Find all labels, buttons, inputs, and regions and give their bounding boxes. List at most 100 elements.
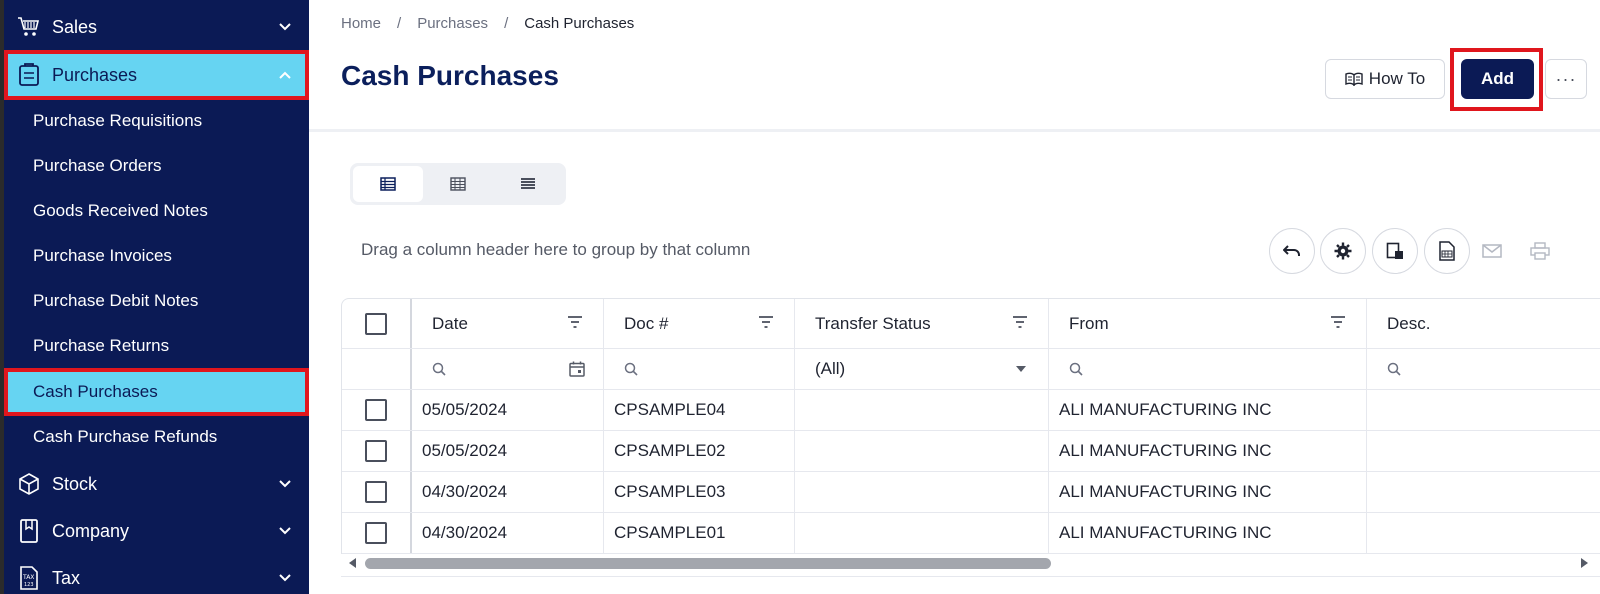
standard-view-button[interactable] [353,166,423,202]
filter-icon[interactable] [1012,315,1028,329]
book-icon [16,518,42,544]
caret-down-icon [1016,366,1026,372]
clipboard-icon [16,62,42,88]
doc-link[interactable]: CPSAMPLE01 [604,513,795,553]
desc-cell [1367,431,1600,471]
table-row[interactable]: 04/30/2024 CPSAMPLE01 ALI MANUFACTURING … [342,513,1600,554]
print-button[interactable] [1525,236,1555,266]
grid-view-icon [450,177,466,191]
chevron-down-icon [275,23,295,31]
breadcrumb-current: Cash Purchases [524,15,635,32]
export-excel-icon [1439,241,1455,261]
column-header-transfer-status[interactable]: Transfer Status [795,299,1049,348]
sidebar-item-cash-purchase-refunds[interactable]: Cash Purchase Refunds [4,415,309,459]
desc-filter-cell[interactable] [1367,349,1600,389]
scrollbar-thumb[interactable] [365,558,1051,569]
row-select-cell [342,472,412,512]
sidebar-section-label: Sales [52,16,98,37]
search-icon [1387,362,1401,376]
sidebar-section-company[interactable]: Company [4,508,309,554]
compact-view-button[interactable] [493,166,563,202]
how-to-button[interactable]: How To [1325,59,1445,99]
sidebar-item-purchase-invoices[interactable]: Purchase Invoices [4,234,309,278]
sidebar-item-purchase-debit-notes[interactable]: Purchase Debit Notes [4,279,309,323]
data-grid: Date Doc # Transfer Status From Desc. (A… [341,298,1600,558]
add-button[interactable]: Add [1461,59,1534,99]
row-checkbox[interactable] [365,440,387,462]
settings-button[interactable] [1320,228,1366,274]
sidebar-item-cash-purchases[interactable]: Cash Purchases [4,368,309,416]
sidebar-item-label: Purchase Returns [33,336,170,355]
from-cell: ALI MANUFACTURING INC [1049,390,1367,430]
undo-button[interactable] [1269,228,1315,274]
scroll-right-arrow-icon[interactable] [1581,558,1588,568]
scroll-left-arrow-icon[interactable] [349,558,356,568]
date-cell: 04/30/2024 [412,472,604,512]
row-checkbox[interactable] [365,399,387,421]
email-icon [1482,244,1502,258]
doc-filter-cell[interactable] [604,349,795,389]
column-header-label: Doc # [624,313,669,333]
sidebar-item-purchase-requisitions[interactable]: Purchase Requisitions [4,99,309,143]
breadcrumb-purchases[interactable]: Purchases [417,15,488,32]
from-filter-cell[interactable] [1049,349,1367,389]
chevron-down-icon [275,574,295,582]
transfer-status-cell [795,513,1049,553]
from-cell: ALI MANUFACTURING INC [1049,431,1367,471]
row-select-cell [342,390,412,430]
standard-view-icon [380,177,396,191]
export-excel-button[interactable] [1424,228,1470,274]
transfer-status-cell [795,472,1049,512]
sidebar-section-sales[interactable]: Sales [4,4,309,50]
grid-view-button[interactable] [423,166,493,202]
sidebar-item-purchase-returns[interactable]: Purchase Returns [4,324,309,368]
select-all-cell [342,299,412,348]
sidebar-item-label: Cash Purchases [33,382,158,401]
breadcrumb: Home / Purchases / Cash Purchases [341,15,634,32]
table-row[interactable]: 04/30/2024 CPSAMPLE03 ALI MANUFACTURING … [342,472,1600,513]
row-checkbox[interactable] [365,522,387,544]
date-filter-cell[interactable] [412,349,604,389]
horizontal-scrollbar[interactable] [341,554,1600,570]
filter-icon[interactable] [758,315,774,329]
grid-bottom-border [341,576,1600,577]
search-icon [624,362,638,376]
filter-row-spacer [342,349,412,389]
row-select-cell [342,513,412,553]
filter-icon[interactable] [1330,315,1346,329]
column-header-date[interactable]: Date [412,299,604,348]
date-cell: 05/05/2024 [412,431,604,471]
sidebar-item-goods-received-notes[interactable]: Goods Received Notes [4,189,309,233]
more-options-button[interactable]: ··· [1545,59,1587,99]
from-cell: ALI MANUFACTURING INC [1049,472,1367,512]
view-mode-toggle [350,163,566,205]
undo-icon [1283,245,1300,256]
row-checkbox[interactable] [365,481,387,503]
doc-link[interactable]: CPSAMPLE02 [604,431,795,471]
select-all-checkbox[interactable] [365,312,387,335]
breadcrumb-home[interactable]: Home [341,15,381,32]
header-divider [309,129,1600,132]
sidebar-section-purchases[interactable]: Purchases [4,50,309,100]
column-header-label: Desc. [1387,313,1431,333]
column-header-label: Date [432,313,468,333]
transfer-status-filter-select[interactable]: (All) [795,349,1049,389]
column-header-from[interactable]: From [1049,299,1367,348]
calendar-icon[interactable] [569,361,585,377]
sidebar-item-purchase-orders[interactable]: Purchase Orders [4,144,309,188]
sidebar-section-label: Stock [52,473,98,494]
doc-link[interactable]: CPSAMPLE03 [604,472,795,512]
table-row[interactable]: 05/05/2024 CPSAMPLE04 ALI MANUFACTURING … [342,390,1600,431]
desc-cell [1367,472,1600,512]
column-header-desc[interactable]: Desc. [1367,299,1600,348]
date-cell: 04/30/2024 [412,513,604,553]
filter-icon[interactable] [567,315,583,329]
email-button[interactable] [1477,236,1507,266]
how-to-label: How To [1368,69,1426,88]
sidebar-section-stock[interactable]: Stock [4,461,309,507]
table-row[interactable]: 05/05/2024 CPSAMPLE02 ALI MANUFACTURING … [342,431,1600,472]
doc-link[interactable]: CPSAMPLE04 [604,390,795,430]
column-chooser-button[interactable] [1372,228,1418,274]
sidebar-section-tax[interactable]: TAX 123 Tax [4,555,309,594]
column-header-doc[interactable]: Doc # [604,299,795,348]
